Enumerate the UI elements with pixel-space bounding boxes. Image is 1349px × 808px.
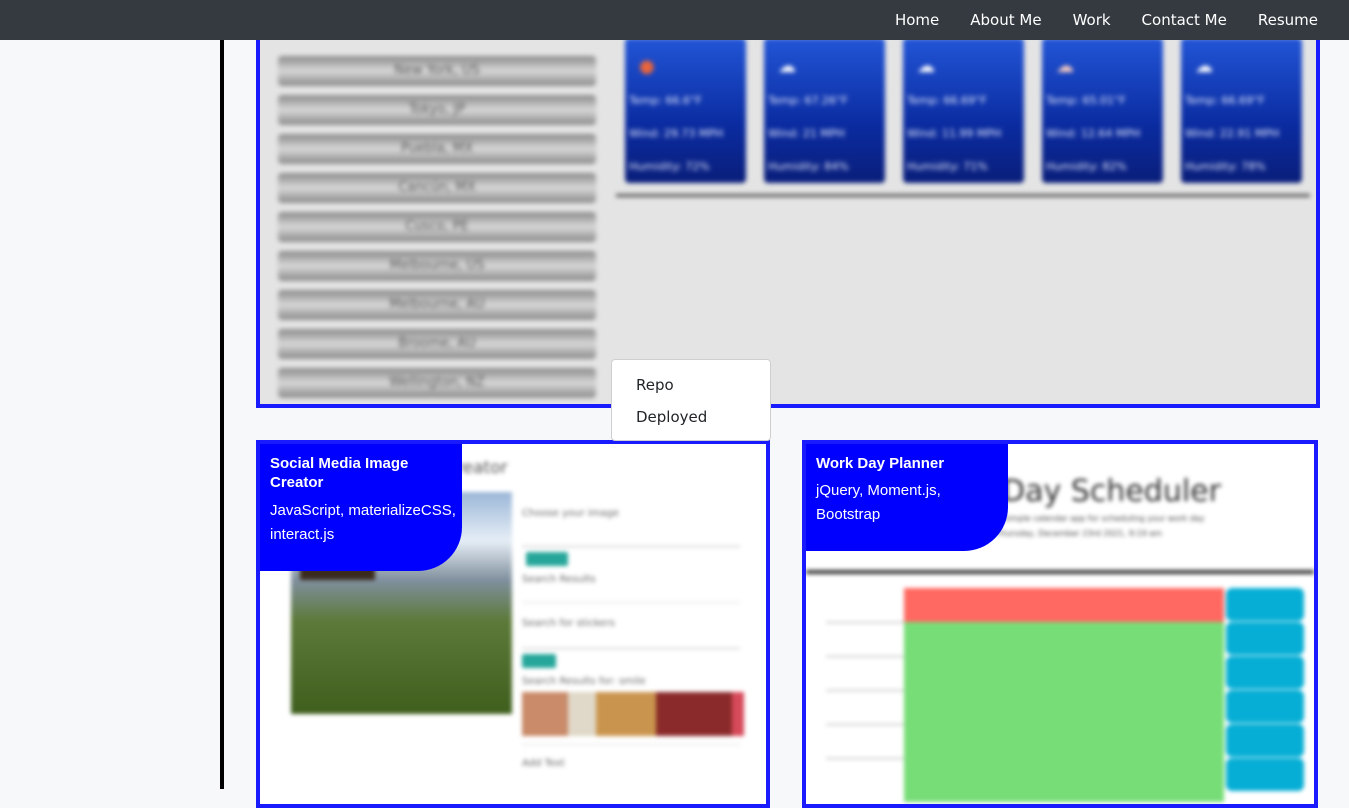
forecast-day-card: ☁ Temp: 66.69°F Wind: 22.91 MPH Humidity… [1181,38,1302,183]
forecast-temp: Temp: 65.01°F [1046,94,1126,107]
project-tech-cont: Bootstrap [816,506,881,523]
add-text-label: Add Text [522,758,565,769]
nav-work-link[interactable]: Work [1073,11,1111,29]
forecast-day-card: ● Temp: 66.6°F Wind: 29.73 MPH Humidity:… [625,38,746,183]
forecast-day-card: ☁ Temp: 65.01°F Wind: 12.64 MPH Humidity… [1042,38,1163,183]
forecast-divider [616,194,1310,197]
forecast-wind: Wind: 11.99 MPH [907,127,1002,140]
forecast-temp: Temp: 66.69°F [907,94,987,107]
city-button: Tokyo, JP [278,95,596,125]
search-button [526,552,568,566]
search-results-label: Search Results [522,574,596,585]
social-media-image-creator-card[interactable]: reator Choose your image Search Results … [256,440,770,808]
screenshot-heading: reator [456,458,508,478]
save-button [1226,622,1304,655]
forecast-wind: Wind: 29.73 MPH [629,127,724,140]
city-button: Puebla, MX [278,134,596,164]
nav-resume-link[interactable]: Resume [1258,11,1318,29]
input-underline [522,546,740,547]
forecast-humidity: Humidity: 78% [1185,160,1266,173]
top-navbar: Home About Me Work Contact Me Resume [0,0,1349,40]
nav-about-link[interactable]: About Me [970,11,1041,29]
hour-row-line [826,758,904,759]
project-tech: JavaScript, materializeCSS, [270,502,456,519]
forecast-humidity: Humidity: 84% [768,160,849,173]
nav-home-link[interactable]: Home [895,11,939,29]
forecast-wind: Wind: 21 MPH [768,127,845,140]
input-underline [522,648,740,649]
city-button: Melbourne, AU [278,290,596,320]
project-title: Social Media Image [270,455,409,472]
hour-row-line [826,656,904,657]
forecast-day-card: ☁ Temp: 67.26°F Wind: 21 MPH Humidity: 8… [764,38,885,183]
save-button [1226,690,1304,723]
header-divider [806,570,1314,574]
city-button: New York, US [278,56,596,86]
city-button: Broome, AU [278,329,596,359]
hour-row-line [826,690,904,691]
forecast-wind: Wind: 12.64 MPH [1046,127,1141,140]
project-label: Social Media Image Creator JavaScript, m… [260,444,462,571]
deployed-link[interactable]: Deployed [636,408,707,426]
hour-row-line [826,622,904,623]
divider [522,602,740,603]
sticker-thumbnails [522,692,744,736]
work-day-planner-card[interactable]: Day Scheduler A simple calendar app for … [802,440,1318,808]
cloud-icon: ☁ [1195,56,1213,77]
project-tech: jQuery, Moment.js, [816,482,941,499]
city-button: Wellington, NZ [278,368,596,398]
sticker-search-button [522,654,556,668]
partly-cloudy-icon: ☁ [1056,56,1074,77]
future-hour-rows [904,622,1224,802]
sticker-results-label: Search Results for: smile [522,676,646,687]
forecast-day-card: ☁ Temp: 66.69°F Wind: 11.99 MPH Humidity… [903,38,1024,183]
hour-row-line [826,724,904,725]
sticker-thumb [596,692,656,736]
save-button [1226,724,1304,757]
cloud-icon: ☁ [778,56,796,77]
divider [522,744,740,745]
forecast-humidity: Humidity: 71% [907,160,988,173]
nav-contact-link[interactable]: Contact Me [1142,11,1227,29]
forecast-temp: Temp: 67.26°F [768,94,848,107]
section-divider-line [220,40,224,789]
scheduler-heading: Day Scheduler [1002,474,1221,509]
forecast-humidity: Humidity: 82% [1046,160,1127,173]
weather-dashboard-screenshot: New York, US Tokyo, JP Puebla, MX Cancún… [260,28,1316,404]
project-label: Work Day Planner jQuery, Moment.js, Boot… [806,444,1008,551]
stickers-label: Search for stickers [522,618,615,629]
weather-dashboard-project-card[interactable]: New York, US Tokyo, JP Puebla, MX Cancún… [256,24,1320,408]
city-button: Cancún, MX [278,173,596,203]
city-button: Cusco, PE [278,212,596,242]
sun-icon: ● [639,56,655,77]
forecast-wind: Wind: 22.91 MPH [1185,127,1280,140]
project-links-dropdown: Repo Deployed [611,359,771,441]
city-button: Melbourne, US [278,251,596,281]
cloud-icon: ☁ [917,56,935,77]
past-hour-row [904,588,1224,622]
forecast-temp: Temp: 66.6°F [629,94,702,107]
project-title: Work Day Planner [816,455,945,472]
project-tech-cont: interact.js [270,526,335,543]
sticker-thumb [656,692,732,736]
sticker-thumb [522,692,568,736]
save-button [1226,758,1304,791]
choose-image-label: Choose your image [522,508,619,519]
nav-links: Home About Me Work Contact Me Resume [895,0,1318,40]
sticker-thumb [732,692,744,736]
forecast-temp: Temp: 66.69°F [1185,94,1265,107]
repo-link[interactable]: Repo [636,376,674,394]
save-button [1226,656,1304,689]
scheduler-subtitle: A simple calendar app for scheduling you… [996,514,1205,523]
forecast-humidity: Humidity: 72% [629,160,710,173]
sticker-thumb [568,692,596,736]
scheduler-date: Thursday, December 23rd 2021, 9:19 am [996,529,1162,538]
save-button [1226,588,1304,621]
project-title-cont: Creator [270,474,324,491]
